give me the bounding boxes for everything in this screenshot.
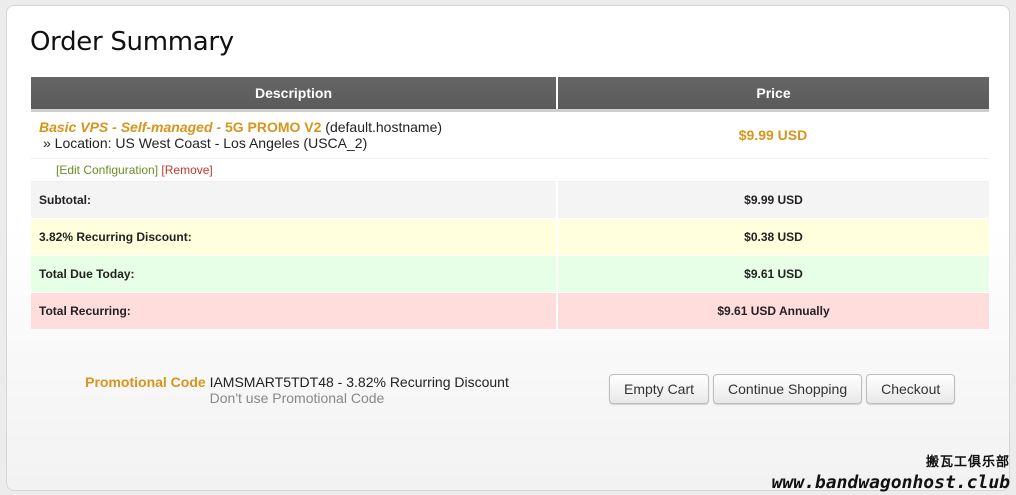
column-header-price: Price (557, 77, 989, 112)
discount-row: 3.82% Recurring Discount: $0.38 USD (31, 218, 989, 256)
continue-shopping-button[interactable]: Continue Shopping (713, 374, 863, 404)
cart-table: Description Price Basic VPS - Self-manag… (31, 77, 989, 330)
edit-configuration-link[interactable]: [Edit Configuration] (56, 163, 158, 177)
column-header-description: Description (31, 77, 558, 112)
watermark-chinese: 搬瓦工俱乐部 (925, 455, 1010, 470)
total-recurring-row: Total Recurring: $9.61 USD Annually (31, 292, 989, 330)
checkout-button[interactable]: Checkout (866, 374, 956, 404)
subtotal-value: $9.99 USD (556, 181, 989, 219)
empty-cart-button[interactable]: Empty Cart (609, 374, 710, 404)
item-actions-row: [Edit Configuration] [Remove] (31, 157, 989, 182)
page-title: Order Summary (30, 27, 234, 57)
item-description: Basic VPS - Self-managed - 5G PROMO V2 (… (31, 110, 557, 158)
total-due-today-value: $9.61 USD (556, 255, 989, 293)
total-due-today-row: Total Due Today: $9.61 USD (31, 255, 989, 293)
total-recurring-label: Total Recurring: (31, 292, 557, 330)
remove-item-link[interactable]: [Remove] (161, 163, 212, 177)
remove-promo-code-link[interactable]: Don't use Promotional Code (37, 390, 557, 406)
cart-actions: Empty Cart Continue Shopping Checkout (609, 374, 956, 404)
total-recurring-value: $9.61 USD Annually (556, 292, 989, 330)
product-location: » Location: US West Coast - Los Angeles … (43, 134, 368, 151)
product-hostname: (default.hostname) (321, 118, 443, 135)
watermark-url: www.bandwagonhost.club (771, 472, 1010, 493)
subtotal-row: Subtotal: $9.99 USD (31, 181, 989, 219)
watermark: 搬瓦工俱乐部 www.bandwagonhost.club (772, 453, 1010, 493)
order-summary-panel: Order Summary Description Price Basic VP… (6, 5, 1010, 491)
item-price: $9.99 USD (557, 110, 989, 158)
total-due-today-label: Total Due Today: (31, 255, 557, 293)
product-name: Basic VPS - Self-managed - 5G PROMO V2 (39, 119, 321, 135)
cart-item-row: Basic VPS - Self-managed - 5G PROMO V2 (… (31, 110, 989, 158)
promo-code-value: IAMSMART5TDT48 - 3.82% Recurring Discoun… (205, 374, 509, 390)
discount-label: 3.82% Recurring Discount: (31, 218, 557, 256)
promo-code-section: Promotional Code IAMSMART5TDT48 - 3.82% … (37, 374, 557, 406)
discount-value: $0.38 USD (556, 218, 989, 256)
promo-code-label: Promotional Code (85, 374, 206, 390)
product-promo-tag: 5G PROMO V2 (224, 118, 322, 135)
item-actions: [Edit Configuration] [Remove] (31, 157, 989, 182)
product-name-text: Basic VPS - Self-managed - (39, 118, 225, 135)
table-header-row: Description Price (31, 77, 989, 112)
subtotal-label: Subtotal: (31, 181, 557, 219)
